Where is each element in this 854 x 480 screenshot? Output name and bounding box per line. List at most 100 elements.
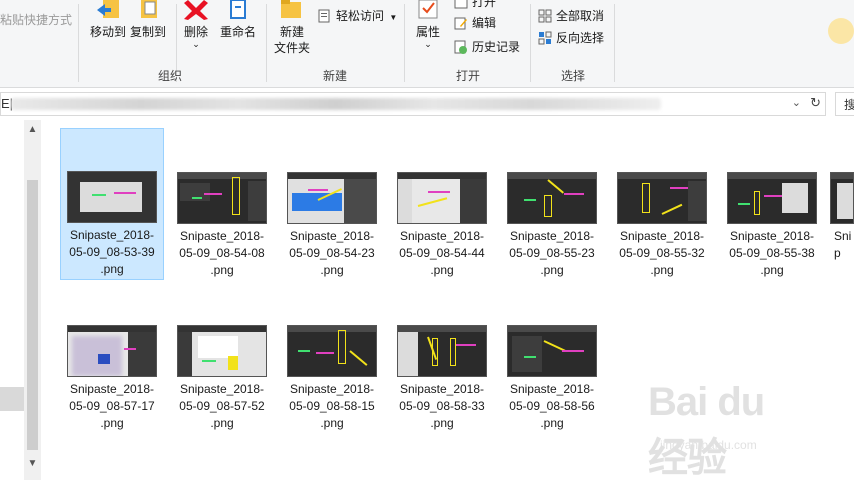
chevron-down-icon[interactable]: ⌄ xyxy=(792,96,801,109)
navigation-selected-item[interactable] xyxy=(0,387,24,411)
rename-button[interactable]: 重命名 xyxy=(218,0,258,40)
baidu-jingyan-watermark: Bai du 经验 jingyan.baidu.com xyxy=(648,380,808,480)
file-thumbnail xyxy=(287,172,377,224)
file-item[interactable]: Snipaste_2018- 05-09_08-58-33 .png xyxy=(390,325,494,432)
move-to-label: 移动到 xyxy=(89,25,126,39)
file-item-partial[interactable]: Snip xyxy=(830,172,854,262)
group-new: 新建 文件夹 轻松访问 ▼ 新建 xyxy=(268,0,402,88)
file-item[interactable]: Snipaste_2018- 05-09_08-54-08 .png xyxy=(170,172,274,279)
file-thumbnail xyxy=(397,325,487,377)
delete-button[interactable]: 删除 ⌄ xyxy=(180,0,212,49)
file-thumbnail xyxy=(507,325,597,377)
edit-icon xyxy=(454,16,468,30)
edit-button[interactable]: 编辑 xyxy=(454,13,496,33)
vertical-scrollbar[interactable]: ▲ ▼ xyxy=(24,120,41,480)
file-name: Snipaste_2018- 05-09_08-55-23 .png xyxy=(509,229,595,277)
file-item[interactable]: Snipaste_2018- 05-09_08-55-32 .png xyxy=(610,172,714,279)
group-open: 属性 ⌄ 打开 编辑 历史记录 打开 xyxy=(406,0,530,88)
new-folder-button[interactable]: 新建 文件夹 xyxy=(272,0,312,56)
scrollbar-thumb[interactable] xyxy=(27,180,38,450)
rename-label: 重命名 xyxy=(219,25,256,39)
group-label-new: 新建 xyxy=(322,69,347,83)
group-select: 全部取消 反向选择 选择 xyxy=(532,0,614,88)
file-item[interactable]: Snipaste_2018- 05-09_08-57-52 .png xyxy=(170,325,274,432)
file-name: Snipaste_2018- 05-09_08-55-38 .png xyxy=(729,229,815,277)
file-name: Snipaste_2018- 05-09_08-54-23 .png xyxy=(289,229,375,277)
file-item[interactable]: Snipaste_2018- 05-09_08-55-38 .png xyxy=(720,172,824,279)
delete-label: 删除 xyxy=(183,25,208,39)
file-item[interactable]: Snipaste_2018- 05-09_08-53-39 .png xyxy=(60,128,164,280)
chevron-down-icon[interactable]: ⌄ xyxy=(180,40,212,49)
file-item[interactable]: Snipaste_2018- 05-09_08-54-44 .png xyxy=(390,172,494,279)
rename-icon xyxy=(225,0,251,20)
file-name: Snipaste_2018- 05-09_08-58-33 .png xyxy=(399,382,485,430)
file-thumbnail xyxy=(67,171,157,223)
file-item[interactable]: Snipaste_2018- 05-09_08-55-23 .png xyxy=(500,172,604,279)
scroll-up-icon[interactable]: ▲ xyxy=(24,124,41,135)
history-button[interactable]: 历史记录 xyxy=(454,37,520,57)
group-label-organize: 组织 xyxy=(157,69,182,83)
new-folder-label-line1: 新建 xyxy=(279,25,304,39)
file-thumbnail xyxy=(177,325,267,377)
refresh-icon[interactable]: ↻ xyxy=(810,95,821,111)
file-thumbnail xyxy=(177,172,267,224)
separator xyxy=(404,4,405,82)
open-icon xyxy=(454,0,468,9)
ribbon: 粘贴快捷方式 移动到 复制到 删除 ⌄ 重命名 组织 新建 文件夹 轻松访问 ▼… xyxy=(0,0,854,88)
search-input-placeholder: 搜 xyxy=(844,98,854,112)
open-label: 打开 xyxy=(472,0,497,9)
file-name: Snip xyxy=(834,229,852,260)
copy-to-button[interactable]: 复制到 xyxy=(128,0,168,40)
file-item[interactable]: Snipaste_2018- 05-09_08-58-56 .png xyxy=(500,325,604,432)
move-to-icon xyxy=(95,0,121,20)
file-thumbnail xyxy=(830,172,854,224)
history-icon xyxy=(454,40,468,54)
file-thumbnail xyxy=(67,325,157,377)
search-input[interactable]: 搜 xyxy=(835,92,854,116)
file-thumbnail xyxy=(617,172,707,224)
select-none-button[interactable]: 全部取消 xyxy=(538,6,604,26)
watermark-url: jingyan.baidu.com xyxy=(660,438,757,452)
decorative-flower-icon xyxy=(828,18,854,44)
group-label-select: 选择 xyxy=(560,69,585,83)
copy-to-label: 复制到 xyxy=(129,25,166,39)
separator xyxy=(530,4,531,82)
file-item[interactable]: Snipaste_2018- 05-09_08-54-23 .png xyxy=(280,172,384,279)
address-bar[interactable]: E| ⌄ ↻ xyxy=(0,92,826,116)
file-name: Snipaste_2018- 05-09_08-53-39 .png xyxy=(69,228,155,276)
separator xyxy=(266,4,267,82)
properties-button[interactable]: 属性 ⌄ xyxy=(410,0,446,49)
file-name: Snipaste_2018- 05-09_08-57-17 .png xyxy=(69,382,155,430)
invert-selection-icon xyxy=(538,31,552,45)
scroll-down-icon[interactable]: ▼ xyxy=(24,458,41,469)
easy-access-label: 轻松访问 xyxy=(336,9,385,23)
file-name: Snipaste_2018- 05-09_08-58-15 .png xyxy=(289,382,375,430)
group-organize: 移动到 复制到 删除 ⌄ 重命名 组织 xyxy=(80,0,260,88)
file-name: Snipaste_2018- 05-09_08-54-44 .png xyxy=(399,229,485,277)
new-folder-icon xyxy=(279,0,305,20)
file-item[interactable]: Snipaste_2018- 05-09_08-58-15 .png xyxy=(280,325,384,432)
file-name: Snipaste_2018- 05-09_08-57-52 .png xyxy=(179,382,265,430)
easy-access-button[interactable]: 轻松访问 ▼ xyxy=(318,6,397,26)
separator xyxy=(78,4,79,82)
file-name: Snipaste_2018- 05-09_08-58-56 .png xyxy=(509,382,595,430)
invert-selection-button[interactable]: 反向选择 xyxy=(538,28,604,48)
copy-to-icon xyxy=(135,0,161,20)
open-button[interactable]: 打开 xyxy=(454,0,496,12)
select-none-label: 全部取消 xyxy=(556,9,605,23)
properties-label: 属性 xyxy=(415,25,440,39)
baidu-logo: Bai du 经验 xyxy=(648,380,765,480)
move-to-button[interactable]: 移动到 xyxy=(86,0,130,40)
invert-selection-label: 反向选择 xyxy=(556,31,605,45)
file-item[interactable]: Snipaste_2018- 05-09_08-57-17 .png xyxy=(60,325,164,432)
properties-icon xyxy=(415,0,441,20)
address-path-blurred xyxy=(11,98,661,110)
delete-icon xyxy=(183,0,209,20)
file-name: Snipaste_2018- 05-09_08-54-08 .png xyxy=(179,229,265,277)
paste-shortcut-button[interactable]: 粘贴快捷方式 xyxy=(0,10,72,30)
separator xyxy=(614,4,615,82)
navigation-pane[interactable] xyxy=(0,120,24,480)
file-name: Snipaste_2018- 05-09_08-55-32 .png xyxy=(619,229,705,277)
chevron-down-icon[interactable]: ⌄ xyxy=(410,40,446,49)
dropdown-arrow-icon: ▼ xyxy=(389,13,398,22)
